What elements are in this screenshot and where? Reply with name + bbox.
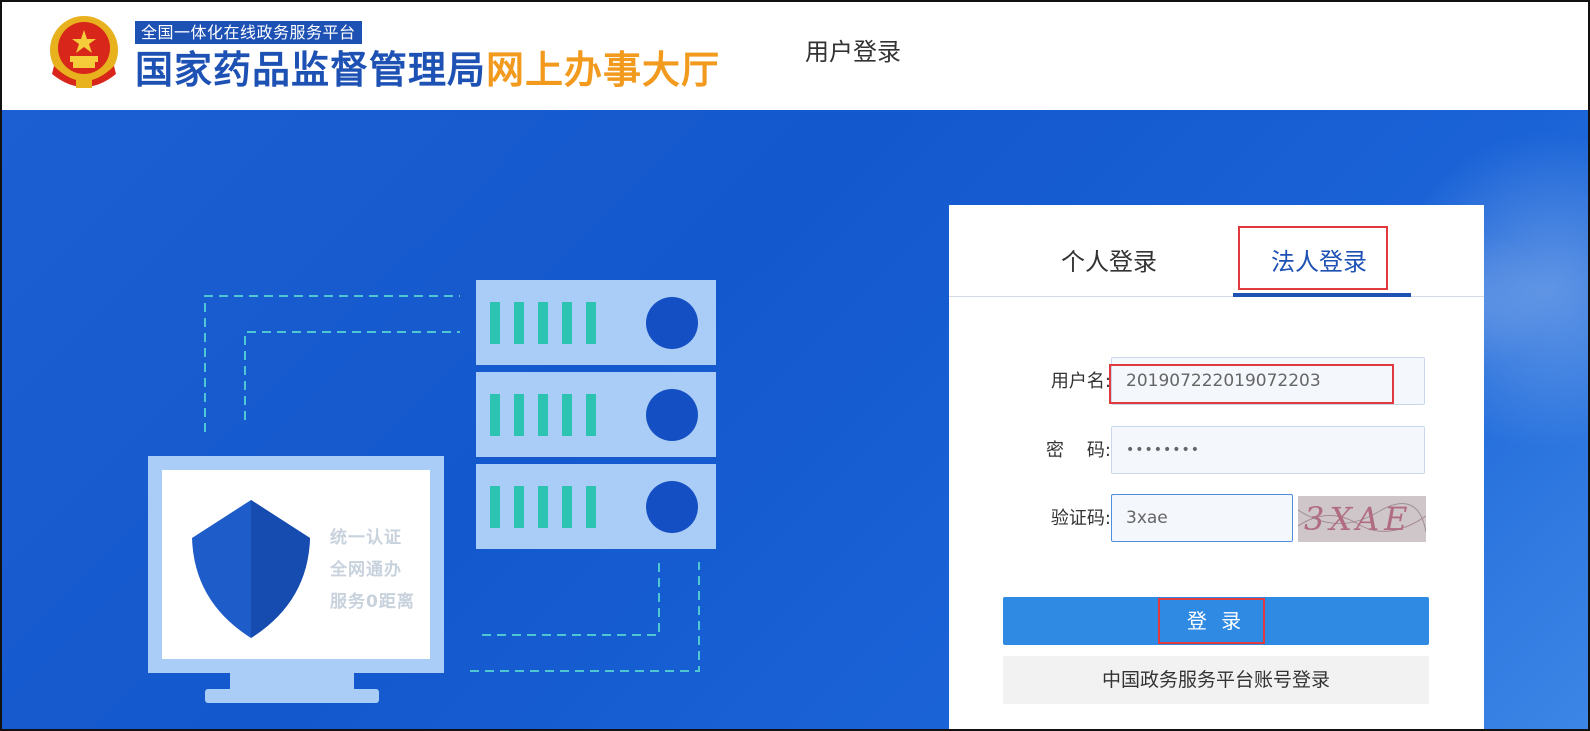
- brand-main-text: 国家药品监督管理局: [135, 48, 487, 92]
- password-label: 密 码:: [1046, 440, 1111, 461]
- username-label: 用户名:: [1050, 371, 1111, 392]
- connector-lines: [204, 295, 700, 672]
- tab-corporate-login[interactable]: 法人登录: [1271, 245, 1367, 279]
- slogan-line: 统一认证: [330, 528, 402, 548]
- platform-tag: 全国一体化在线政务服务平台: [135, 21, 362, 44]
- login-panel: 个人登录 法人登录 用户名: 201907222019072203 密 码: •…: [949, 205, 1484, 729]
- slogan: 统一认证 全网通办 服务0距离: [330, 522, 415, 618]
- brand-accent-text: 网上办事大厅: [486, 48, 721, 92]
- username-input[interactable]: 201907222019072203: [1111, 357, 1425, 405]
- shield-icon: [192, 500, 310, 638]
- page-frame: 全国一体化在线政务服务平台 国家药品监督管理局网上办事大厅 用户登录 统一认证 …: [0, 0, 1590, 731]
- active-tab-indicator: [1233, 293, 1411, 297]
- site-brand: 国家药品监督管理局网上办事大厅: [135, 47, 720, 93]
- monitor-illustration: 统一认证 全网通办 服务0距离: [148, 456, 444, 673]
- password-input[interactable]: ••••••••: [1111, 426, 1425, 474]
- captcha-image[interactable]: 3XAE: [1298, 496, 1426, 542]
- site-header: 全国一体化在线政务服务平台 国家药品监督管理局网上办事大厅 用户登录: [2, 2, 1588, 110]
- national-emblem-icon: [50, 16, 118, 88]
- captcha-text: 3XAE: [1304, 500, 1413, 538]
- login-tabs: 个人登录 法人登录: [949, 205, 1484, 297]
- server-unit-2: [476, 372, 716, 457]
- illustration: 统一认证 全网通办 服务0距离: [2, 110, 942, 729]
- page-title: 用户登录: [805, 38, 901, 66]
- server-unit-3: [476, 464, 716, 549]
- username-row: 用户名: 201907222019072203: [949, 357, 1484, 407]
- gov-platform-login-button[interactable]: 中国政务服务平台账号登录: [1003, 656, 1429, 704]
- slogan-line: 服务0距离: [330, 592, 415, 612]
- tab-personal-login[interactable]: 个人登录: [1061, 245, 1157, 279]
- server-unit-1: [476, 280, 716, 365]
- captcha-input[interactable]: 3xae: [1111, 494, 1293, 542]
- password-row: 密 码: ••••••••: [949, 426, 1484, 476]
- captcha-label: 验证码:: [1050, 508, 1111, 529]
- login-button[interactable]: 登 录: [1003, 597, 1429, 645]
- captcha-row: 验证码: 3xae 3XAE: [949, 494, 1484, 544]
- slogan-line: 全网通办: [330, 560, 402, 580]
- hero-section: 统一认证 全网通办 服务0距离 个人登录 法人登录 用户名: 201907222…: [2, 110, 1588, 729]
